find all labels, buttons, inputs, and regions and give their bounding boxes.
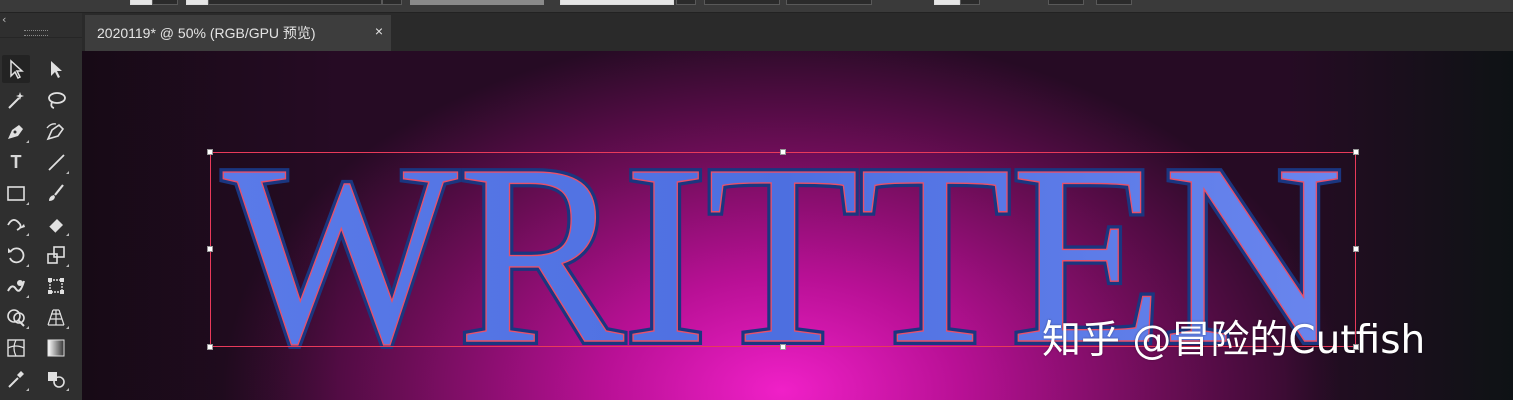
free-transform-icon[interactable] <box>42 272 70 300</box>
pen-icon[interactable] <box>2 117 30 145</box>
stroke-dropdown[interactable] <box>382 0 402 5</box>
handle-bottom-center[interactable] <box>780 344 786 350</box>
variable-width-profile[interactable] <box>410 0 544 5</box>
stroke-swatch[interactable] <box>186 0 208 5</box>
blend-icon[interactable] <box>42 365 70 393</box>
paintbrush-icon[interactable] <box>42 179 70 207</box>
handle-middle-right[interactable] <box>1353 246 1359 252</box>
collapse-panel-icon[interactable]: ‹ <box>2 13 6 26</box>
type-icon[interactable]: T <box>2 148 30 176</box>
document-tab[interactable]: 2020119* @ 50% (RGB/GPU 预览) × <box>85 15 391 51</box>
eyedropper-icon[interactable] <box>2 365 30 393</box>
warp-icon[interactable] <box>2 272 30 300</box>
perspective-grid-icon[interactable] <box>42 303 70 331</box>
close-icon[interactable]: × <box>375 23 383 39</box>
align-button[interactable] <box>934 0 960 5</box>
lasso-icon[interactable] <box>42 86 70 114</box>
style-dropdown[interactable] <box>786 0 872 5</box>
shape-builder-icon[interactable] <box>2 303 30 331</box>
opacity-field[interactable] <box>704 0 780 5</box>
tools-panel: ‹ T <box>0 13 82 400</box>
handle-top-right[interactable] <box>1353 149 1359 155</box>
panel-grip[interactable] <box>24 30 48 36</box>
fill-swatch[interactable] <box>130 0 152 5</box>
transform-field[interactable] <box>1048 0 1084 5</box>
rectangle-icon[interactable] <box>2 179 30 207</box>
line-segment-icon[interactable] <box>42 148 70 176</box>
control-bar <box>0 0 1513 13</box>
align-dropdown[interactable] <box>960 0 980 5</box>
shaper-icon[interactable] <box>2 210 30 238</box>
panel-divider <box>0 37 82 38</box>
mesh-icon[interactable] <box>2 334 30 362</box>
scale-icon[interactable] <box>42 241 70 269</box>
document-tab-title: 2020119* @ 50% (RGB/GPU 预览) <box>97 25 316 41</box>
watermark: 知乎 @冒险的Cutfish <box>1042 318 1426 363</box>
arrow-outline-icon[interactable] <box>2 55 30 83</box>
curvature-pen-icon[interactable] <box>42 117 70 145</box>
brush-definition[interactable] <box>560 0 674 5</box>
gradient-icon[interactable] <box>42 334 70 362</box>
handle-top-left[interactable] <box>207 149 213 155</box>
magic-wand-icon[interactable] <box>2 86 30 114</box>
fill-dropdown[interactable] <box>152 0 178 5</box>
handle-bottom-left[interactable] <box>207 344 213 350</box>
shape-field[interactable] <box>1096 0 1132 5</box>
handle-top-center[interactable] <box>780 149 786 155</box>
handle-middle-left[interactable] <box>207 246 213 252</box>
stroke-weight-field[interactable] <box>208 0 382 5</box>
rotate-icon[interactable] <box>2 241 30 269</box>
arrow-filled-icon[interactable] <box>42 55 70 83</box>
brush-dropdown[interactable] <box>676 0 696 5</box>
artboard-canvas[interactable]: WRITTEN WRITTEN 知乎 @冒险的Cutfish <box>82 51 1513 400</box>
eraser-icon[interactable] <box>42 210 70 238</box>
document-tab-bar: 2020119* @ 50% (RGB/GPU 预览) × <box>82 13 1513 51</box>
